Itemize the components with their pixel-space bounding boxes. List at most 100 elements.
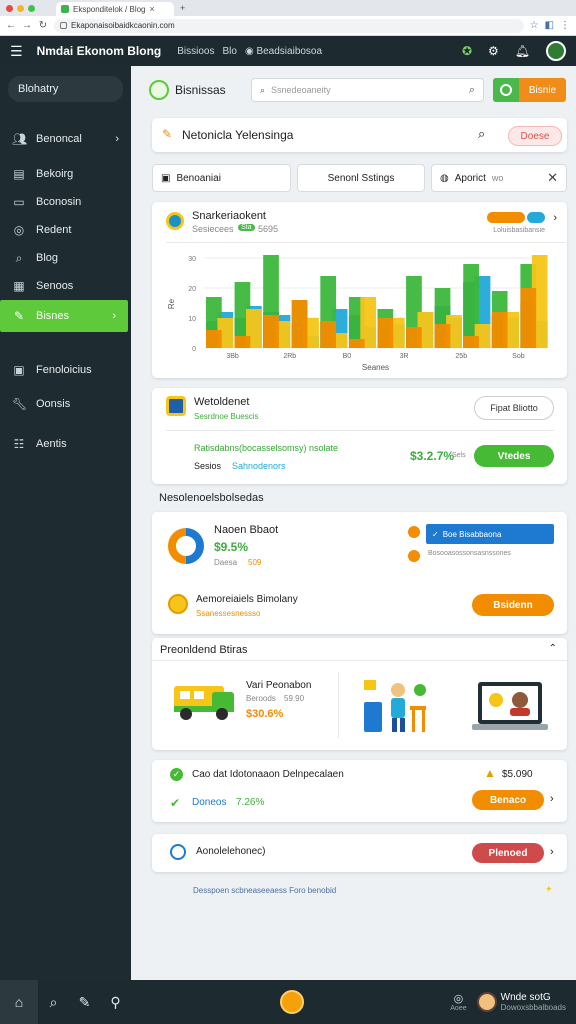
edit-icon[interactable]: ✎: [69, 994, 100, 1011]
stamp-icon: ▲: [484, 766, 496, 780]
bookmark-star-icon[interactable]: ☆: [530, 20, 539, 31]
summary-action-button[interactable]: Benaco: [472, 790, 544, 810]
document-icon: ▭: [13, 195, 25, 209]
primary-action-button[interactable]: Bisnie: [493, 78, 566, 102]
footer-star-icon: ✦: [545, 884, 553, 894]
sidebar-item-benoncal[interactable]: 👥︎ Benoncal ›: [0, 122, 131, 156]
primary-action-label: Bisnie: [528, 84, 557, 96]
orange-action-button[interactable]: Bsidenn: [472, 594, 554, 616]
y-tick-label: 30: [188, 256, 196, 263]
business-row-2-prefix: Sesios: [194, 461, 222, 471]
bottom-user[interactable]: Wnde sotG Dowoxsbbalboads: [476, 992, 566, 1012]
collapse-chevron-icon[interactable]: ⌃: [549, 643, 557, 654]
back-icon[interactable]: ←: [6, 20, 16, 31]
bar-orange: [434, 324, 451, 348]
hero-done-button[interactable]: Doese: [508, 126, 562, 146]
header-link-1[interactable]: Bissioos: [177, 46, 214, 57]
search-icon[interactable]: ⌕: [38, 994, 69, 1011]
url-field[interactable]: Ekaponaisoibaidkcaonin.com: [54, 18, 524, 33]
select-dropdown[interactable]: ✓ Boe Bisabbaona: [426, 524, 554, 544]
search-input[interactable]: ⌕ Ssnedeoaneity ⌕: [251, 78, 484, 102]
card-divider: [166, 242, 566, 243]
hero-search-input[interactable]: Netonicla Yelensinga: [182, 128, 293, 142]
donut-card: Naoen Bbaot $9.5% Daesa 509 ✓ Boe Bisabb…: [152, 512, 567, 634]
sidebar-item-fenoloicius[interactable]: ▣ Fenoloicius: [0, 356, 131, 384]
business-logo-icon: [166, 396, 186, 416]
address-bar: ← → ↻ Ekaponaisoibaidkcaonin.com ☆ ◧ ⋮: [0, 16, 576, 36]
sidebar-item-label: Aentis: [36, 438, 67, 450]
maximize-window-button[interactable]: [28, 4, 35, 12]
chevron-right-icon[interactable]: ›: [550, 846, 554, 858]
sidebar-brand[interactable]: Blohatry: [8, 76, 123, 102]
sidebar-item-oonsis[interactable]: 🔧︎ Oonsis: [0, 390, 131, 418]
business-title: Wetoldenet: [194, 396, 250, 408]
chevron-right-icon: ›: [112, 310, 116, 322]
globe-icon: [166, 212, 184, 230]
hamburger-menu-icon[interactable]: ☰: [10, 43, 23, 60]
chart-legend[interactable]: [487, 212, 545, 223]
user-avatar: [476, 992, 497, 1012]
close-window-button[interactable]: [6, 4, 13, 12]
truck-title: Vari Peonabon: [246, 680, 312, 691]
chevron-right-icon[interactable]: ›: [550, 793, 554, 805]
filter-bar: ▣ Benoaniai Senonl Sstings ◍ Aporict wo …: [152, 164, 567, 192]
clock-icon: [170, 844, 186, 860]
outline-action-button[interactable]: Fipat Bliotto: [474, 396, 554, 420]
sidebar-item-bconosin[interactable]: ▭ Bconosin: [0, 188, 131, 216]
sidebar-item-bekoirg[interactable]: ▤ Bekoirg: [0, 160, 131, 188]
center-action-icon[interactable]: [280, 990, 304, 1014]
bottom-icon-group[interactable]: ◎ Aoee: [450, 992, 466, 1012]
bottom-icon-label: Aoee: [450, 1005, 467, 1012]
tab-close-icon[interactable]: ×: [150, 4, 155, 14]
forward-icon[interactable]: →: [22, 20, 32, 31]
wrench-icon: 🔧︎: [12, 397, 28, 411]
pencil-icon: ✎: [162, 127, 173, 141]
settings-icon[interactable]: ⚙: [488, 44, 499, 58]
minimize-window-button[interactable]: [17, 4, 24, 12]
sidebar-item-senoos[interactable]: ▦ Senoos: [0, 272, 131, 300]
filter-chip-2[interactable]: Senonl Sstings: [297, 164, 425, 192]
donut-row-title: Aemoreiaiels Bimolany: [196, 594, 298, 605]
window-controls: [0, 4, 56, 12]
business-card: Wetoldenet Sesrdnoe Buescis Fipat Bliott…: [152, 388, 567, 484]
sidebar: Blohatry 👥︎ Benoncal › ▤ Bekoirg ▭ Bcono…: [0, 66, 131, 980]
home-icon[interactable]: ⌂: [0, 980, 38, 1024]
select-label: Boe Bisabbaona: [442, 529, 502, 539]
search-submit-icon[interactable]: ⌕: [469, 84, 475, 97]
lock-icon[interactable]: ⚲: [100, 994, 131, 1011]
sidebar-item-bisnes[interactable]: ✎ Bisnes ›: [0, 300, 128, 332]
trophy-icon[interactable]: ✪: [462, 44, 472, 58]
header-link-2[interactable]: Blo: [222, 46, 236, 57]
header-link-3[interactable]: ◉ Beadsiaibosoa: [245, 46, 322, 57]
user-name: Wnde sotG: [500, 992, 551, 1003]
sidebar-item-redent[interactable]: ◎ Redent: [0, 216, 131, 244]
extension-icon[interactable]: ◧: [545, 20, 554, 31]
green-action-button[interactable]: Vtedes: [474, 445, 554, 467]
chart-chevron-right-icon[interactable]: ›: [553, 212, 557, 224]
sidebar-item-blog[interactable]: ⌕ Blog: [0, 244, 131, 272]
truck-sub: Beroods: [246, 694, 276, 703]
close-icon[interactable]: ✕: [547, 170, 558, 186]
new-tab-icon[interactable]: +: [180, 3, 185, 13]
filter-chip-3[interactable]: ◍ Aporict wo ✕: [431, 164, 567, 192]
summary-action-label: Benaco: [489, 794, 527, 806]
sidebar-item-label: Oonsis: [36, 398, 71, 410]
summary-price: $5.090: [502, 769, 533, 780]
folder-icon: ▣: [13, 363, 25, 377]
orange-dot-icon: [408, 526, 420, 538]
business-subtitle: Sesrdnoe Buescis: [194, 412, 259, 421]
user-sub: Dowoxsbbalboads: [500, 1003, 566, 1012]
chart-card-badge-value: 5695: [258, 224, 279, 234]
sidebar-item-aentis[interactable]: ☷ Aentis: [0, 430, 131, 458]
section-title: Nesolenoelsbolsedas: [159, 492, 264, 504]
status-action-button[interactable]: Plenoed: [472, 843, 544, 863]
menu-dots-icon[interactable]: ⋮: [560, 20, 570, 31]
hero-search-icon[interactable]: ⌕: [478, 126, 485, 142]
calendar-icon: ▦: [13, 279, 25, 293]
reload-icon[interactable]: ↻: [38, 20, 48, 31]
browser-tab[interactable]: Eksponditelok / Blog ×: [56, 2, 174, 16]
user-avatar[interactable]: [546, 41, 566, 61]
notification-bell-icon[interactable]: 🔔︎: [515, 44, 530, 58]
filter-chip-1[interactable]: ▣ Benoaniai: [152, 164, 291, 192]
legend-chip-orange: [487, 212, 525, 223]
